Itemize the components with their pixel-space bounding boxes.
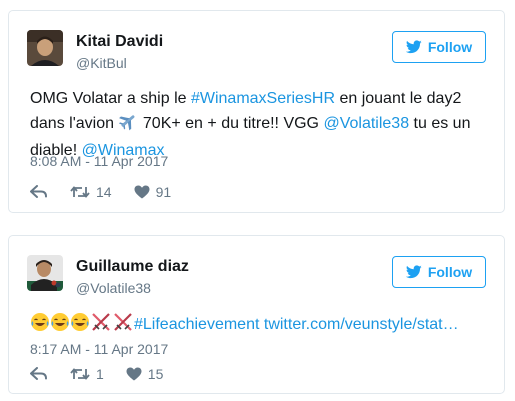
face-with-tears-of-joy-icon (50, 312, 70, 340)
crossed-swords-icon (90, 312, 112, 340)
tweet-card: Kitai Davidi @KitBul Follow OMG Volatar … (8, 10, 505, 213)
url-link[interactable]: twitter.com/veunstyle/stat… (264, 316, 459, 333)
author-handle[interactable]: @Volatile38 (76, 280, 151, 296)
tweet-text: OMG Volatar a ship le #WinamaxSeriesHR e… (30, 87, 490, 163)
follow-label: Follow (427, 39, 473, 55)
avatar[interactable] (27, 30, 63, 66)
retweet-count: 1 (96, 366, 104, 382)
tweet-actions: 1 15 (30, 365, 185, 383)
mention-link[interactable]: @Volatile38 (323, 115, 409, 132)
hashtag-link[interactable]: #WinamaxSeriesHR (191, 90, 335, 107)
tweet-timestamp[interactable]: 8:08 AM - 11 Apr 2017 (30, 153, 168, 169)
tweet-card: Guillaume diaz @Volatile38 Follow #Lifea… (8, 235, 505, 394)
twitter-bird-icon (405, 40, 422, 54)
retweet-button[interactable]: 1 (70, 365, 104, 383)
retweet-icon (70, 186, 90, 198)
hashtag-link[interactable]: #Lifeachievement (134, 316, 259, 333)
retweet-count: 14 (96, 184, 112, 200)
like-count: 15 (147, 366, 164, 382)
like-button[interactable]: 91 (134, 183, 172, 201)
tweet-actions: 14 91 (30, 183, 193, 201)
author-name[interactable]: Kitai Davidi (76, 33, 163, 51)
avatar[interactable] (27, 255, 63, 291)
like-count: 91 (155, 184, 172, 200)
follow-button[interactable]: Follow (392, 31, 486, 63)
follow-button[interactable]: Follow (392, 256, 486, 288)
retweet-icon (70, 368, 90, 380)
face-with-tears-of-joy-icon (70, 312, 90, 340)
heart-icon (134, 185, 150, 199)
reply-button[interactable] (30, 365, 48, 383)
tweet-text-part: OMG Volatar a ship le (30, 90, 191, 107)
tweet-timestamp[interactable]: 8:17 AM - 11 Apr 2017 (30, 341, 168, 357)
like-button[interactable]: 15 (126, 365, 164, 383)
heart-icon (126, 367, 142, 381)
tweet-text: #Lifeachievement twitter.com/veunstyle/s… (30, 312, 490, 340)
follow-label: Follow (427, 264, 473, 280)
tweet-text-part: 70K+ en + du titre!! VGG (138, 115, 324, 132)
crossed-swords-icon (112, 312, 134, 340)
twitter-bird-icon (405, 265, 422, 279)
reply-icon (30, 367, 47, 380)
reply-button[interactable] (30, 183, 48, 201)
author-handle[interactable]: @KitBul (76, 55, 127, 71)
face-with-tears-of-joy-icon (30, 312, 50, 340)
retweet-button[interactable]: 14 (70, 183, 112, 201)
reply-icon (30, 185, 47, 198)
author-name[interactable]: Guillaume diaz (76, 258, 189, 276)
airplane-icon (118, 111, 138, 139)
